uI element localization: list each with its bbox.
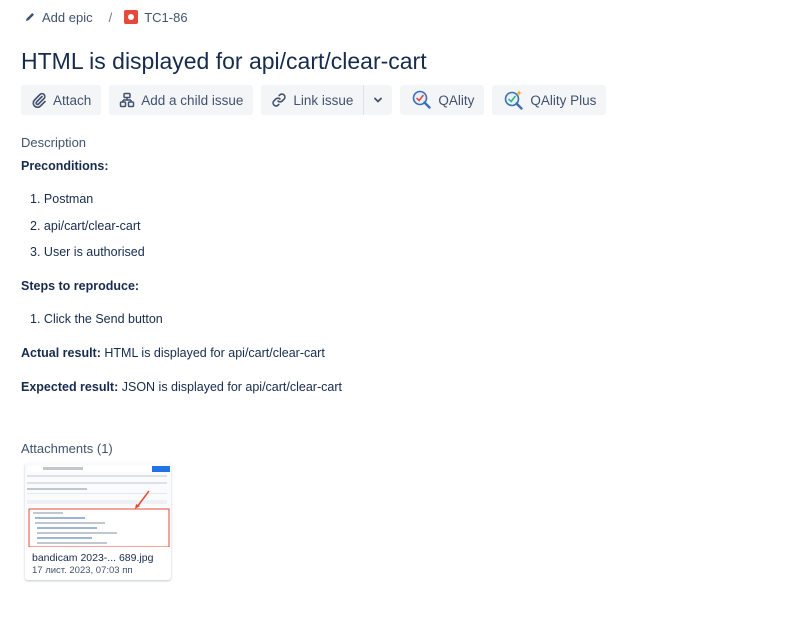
preconditions-heading: Preconditions:: [21, 159, 109, 173]
list-item-text: api/cart/clear-cart: [43, 219, 141, 233]
list-item: 3. User is authorised: [30, 245, 145, 259]
chevron-down-icon: [374, 97, 383, 103]
list-item-number: 2.: [30, 219, 41, 233]
description-label: Description: [21, 135, 87, 150]
steps-heading: Steps to reproduce:: [21, 279, 140, 293]
attachment-name: bandicam 2023-... 689.jpg: [32, 552, 154, 564]
issue-key: TC1-86: [144, 9, 188, 25]
attachment-card[interactable]: bandicam 2023-... 689.jpg 17 лист. 2023,…: [25, 463, 171, 580]
qality-magnifier-icon: [413, 90, 432, 109]
qality-plus-icon: [505, 90, 524, 110]
add-epic-link[interactable]: Add epic: [24, 10, 93, 25]
qality-button[interactable]: QAlity: [400, 85, 485, 115]
add-epic-label: Add epic: [42, 9, 93, 25]
issue-title[interactable]: HTML is displayed for api/cart/clear-car…: [21, 48, 427, 75]
expected-result: Expected result: JSON is displayed for a…: [21, 380, 342, 394]
link-issue-dropdown-button[interactable]: [364, 85, 392, 115]
attach-label: Attach: [53, 92, 92, 108]
pencil-icon: [26, 13, 34, 21]
add-child-issue-button[interactable]: Add a child issue: [109, 85, 254, 115]
qality-label: QAlity: [438, 92, 475, 108]
issue-key-link[interactable]: TC1-86: [124, 9, 188, 25]
list-item: 1. Click the Send button: [30, 312, 163, 326]
attachments-label: Attachments (1): [21, 441, 113, 456]
list-item-text: Postman: [43, 192, 94, 206]
breadcrumb: Add epic / TC1-86: [24, 8, 188, 26]
attach-button[interactable]: Attach: [21, 85, 102, 115]
link-issue-button[interactable]: Link issue: [261, 85, 363, 115]
list-item: 1. Postman: [30, 192, 93, 206]
actual-result: Actual result: HTML is displayed for api…: [21, 346, 325, 360]
list-item-number: 1.: [30, 312, 41, 326]
list-item-text: User is authorised: [43, 245, 145, 259]
bug-icon: [124, 10, 139, 24]
breadcrumb-separator: /: [108, 9, 113, 25]
expected-result-label: Expected result:: [21, 380, 119, 394]
child-issue-icon: [120, 92, 135, 108]
link-issue-split-button: Link issue: [261, 85, 393, 115]
list-item-number: 1.: [30, 192, 41, 206]
qality-plus-button[interactable]: QAlity Plus: [492, 85, 607, 115]
actual-result-label: Actual result:: [21, 346, 101, 360]
actual-result-text: HTML is displayed for api/cart/clear-car…: [104, 346, 325, 360]
expected-result-text: JSON is displayed for api/cart/clear-car…: [121, 380, 342, 394]
qality-plus-label: QAlity Plus: [530, 92, 597, 108]
link-issue-label: Link issue: [293, 92, 354, 108]
list-item-number: 3.: [30, 245, 41, 259]
paperclip-icon: [32, 92, 46, 108]
link-icon: [272, 93, 286, 107]
list-item-text: Click the Send button: [43, 312, 163, 326]
attachment-date: 17 лист. 2023, 07:03 пп: [32, 565, 133, 576]
add-child-issue-label: Add a child issue: [141, 92, 244, 108]
issue-toolbar: Attach Add a child issue Link issue QAli…: [21, 85, 607, 115]
list-item: 2. api/cart/clear-cart: [30, 219, 140, 233]
attachment-thumbnail[interactable]: [25, 463, 171, 547]
